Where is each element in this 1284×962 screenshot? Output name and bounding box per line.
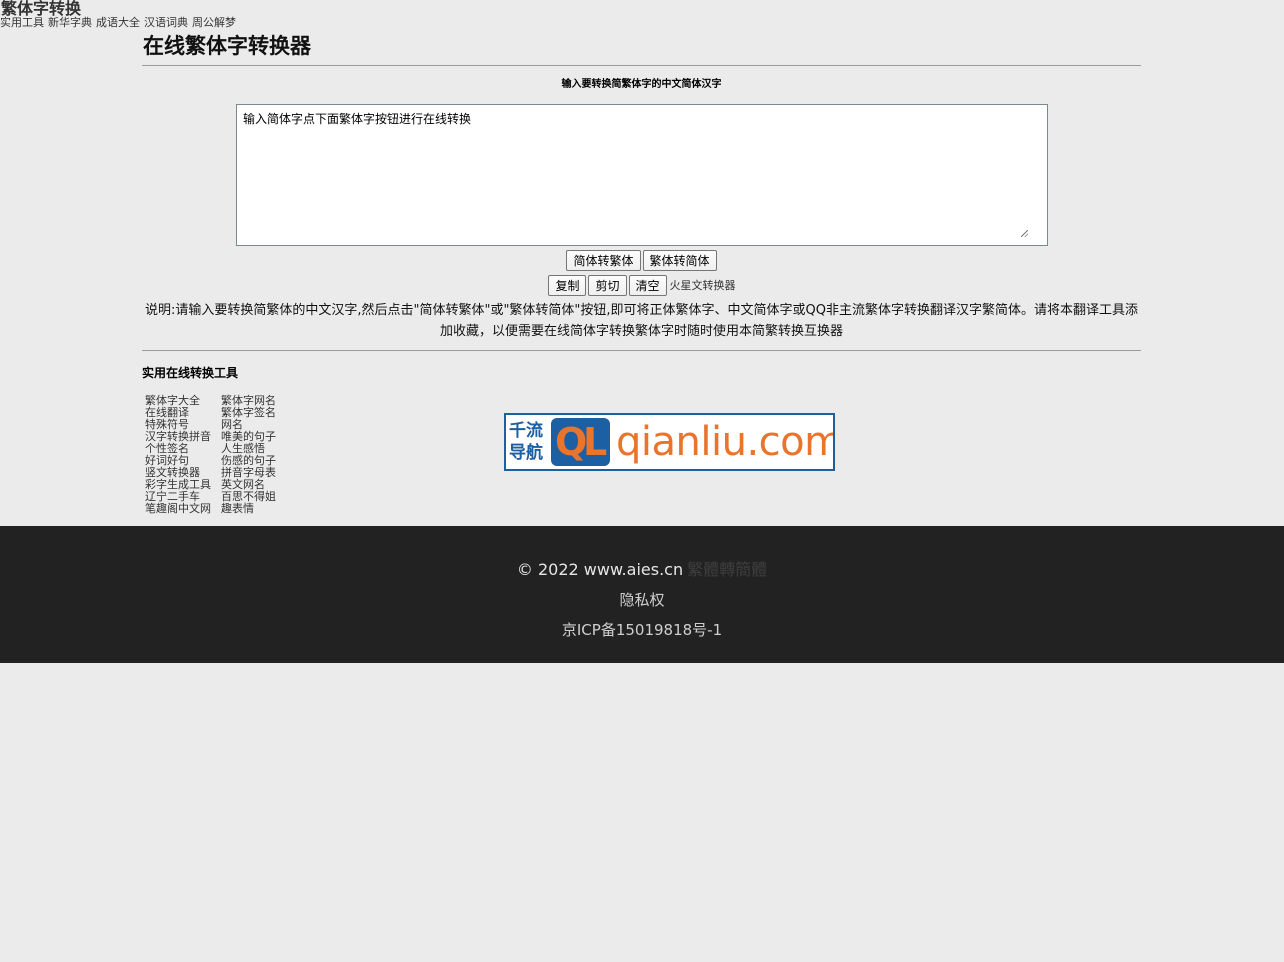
description-text: 说明:请输入要转换简繁体的中文汉字,然后点击"简体转繁体"或"繁体转简体"按钮,…: [144, 303, 1139, 339]
converter-textarea[interactable]: 输入简体字点下面繁体字按钮进行在线转换: [236, 104, 1048, 246]
top-nav-item-chinese-dictionary[interactable]: 汉语词典: [144, 16, 188, 29]
page-title: 在线繁体字转换器: [143, 34, 311, 58]
ql-logo-icon: Q L: [551, 418, 610, 466]
instruction-label: 输入要转换简繁体字的中文简体汉字: [561, 79, 722, 90]
tools-section: 繁体字大全 繁体字网名 在线翻译 繁体字签名 特殊符号 网名 汉字转换拼音 唯美…: [142, 395, 1141, 525]
tool-link[interactable]: 趣表情: [221, 503, 291, 515]
tools-heading: 实用在线转换工具: [142, 366, 239, 380]
tools-link-list: 繁体字大全 繁体字网名 在线翻译 繁体字签名 特殊符号 网名 汉字转换拼音 唯美…: [145, 395, 291, 515]
cut-button[interactable]: 剪切: [588, 275, 627, 296]
clear-button[interactable]: 清空: [628, 275, 667, 296]
top-nav-item-dream-interpretation[interactable]: 周公解梦: [192, 16, 236, 29]
top-nav-item-xinhua-dictionary[interactable]: 新华字典: [48, 16, 92, 29]
traditional-simplified-link[interactable]: 繁體轉簡體: [687, 560, 767, 579]
top-nav-item-idioms[interactable]: 成语大全: [96, 16, 140, 29]
main-content: 在线繁体字转换器 输入要转换简繁体字的中文简体汉字 输入简体字点下面繁体字按钮进…: [142, 32, 1141, 525]
banner-logo-l: L: [583, 420, 608, 464]
banner-cn-line2: 导航: [509, 443, 543, 463]
copyright-text: © 2022 www.aies.cn: [516, 560, 684, 579]
top-nav: 实用工具 新华字典 成语大全 汉语词典 周公解梦: [0, 16, 240, 30]
edit-button-row: 复制 剪切 清空 火星文转换器: [142, 273, 1141, 298]
privacy-link[interactable]: 隐私权: [619, 591, 664, 609]
divider: [142, 350, 1141, 351]
banner-domain: qianliu.com: [616, 419, 835, 465]
tool-link[interactable]: 笔趣阁中文网: [145, 503, 221, 515]
top-nav-item-tools[interactable]: 实用工具: [0, 16, 44, 29]
converter-textarea-wrapper: 输入简体字点下面繁体字按钮进行在线转换: [142, 104, 1141, 246]
banner-chinese-text: 千流 导航: [509, 420, 543, 464]
icp-license-link[interactable]: 京ICP备15019818号-1: [562, 621, 722, 639]
resize-grip-icon[interactable]: [1021, 230, 1028, 237]
martian-converter-link[interactable]: 火星文转换器: [670, 279, 736, 292]
footer-copyright-line: © 2022 www.aies.cn 繁體轉簡體: [0, 560, 1284, 580]
traditional-to-simplified-button[interactable]: 繁体转简体: [642, 250, 717, 271]
divider: [142, 65, 1141, 66]
qianliu-banner-ad[interactable]: 千流 导航 Q L qianliu.com: [504, 413, 835, 471]
convert-button-row: 简体转繁体 繁体转简体: [142, 248, 1141, 273]
banner-cn-line1: 千流: [509, 421, 543, 441]
simplified-to-traditional-button[interactable]: 简体转繁体: [566, 250, 641, 271]
footer: © 2022 www.aies.cn 繁體轉簡體 隐私权 京ICP备1501981…: [0, 526, 1284, 663]
copy-button[interactable]: 复制: [548, 275, 587, 296]
